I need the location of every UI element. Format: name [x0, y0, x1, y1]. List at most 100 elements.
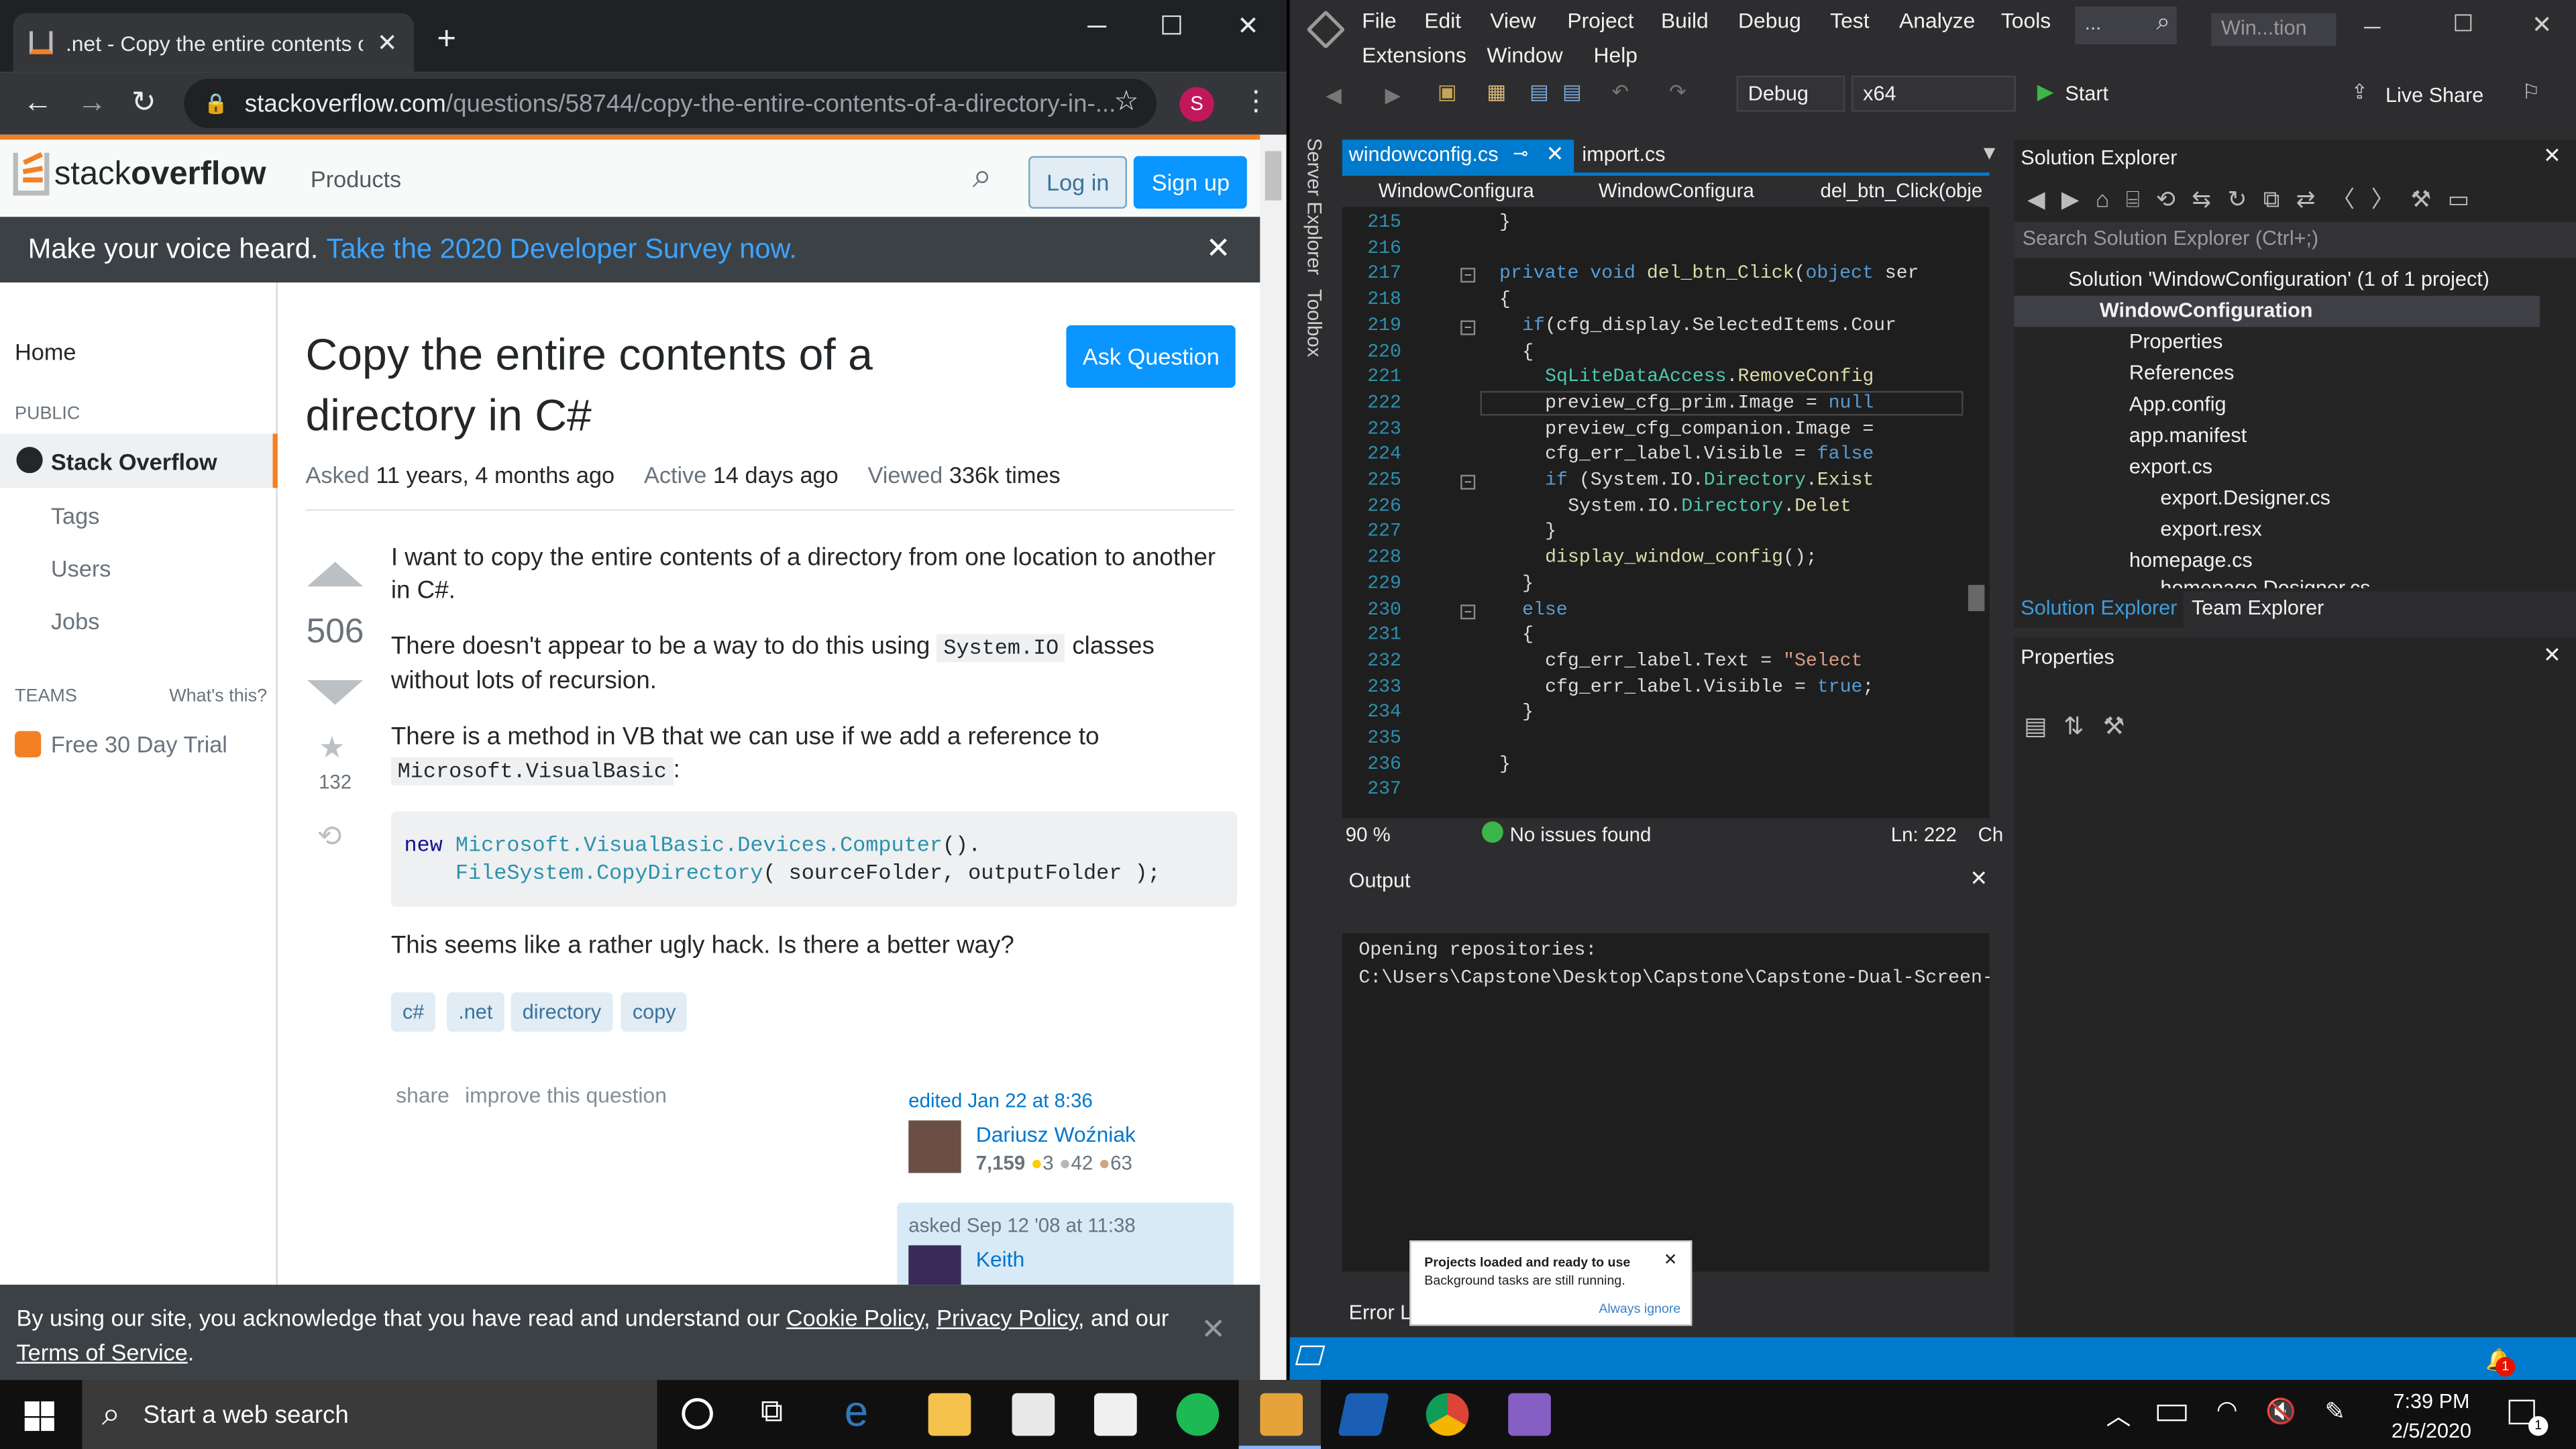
toast-notification[interactable]: Projects loaded and ready to use Backgro… [1409, 1240, 1693, 1326]
products-link[interactable]: Products [311, 166, 401, 192]
history-icon[interactable]: ⟲ [317, 820, 342, 854]
tree-app-config[interactable]: App.config [2129, 392, 2226, 415]
signup-button[interactable]: Sign up [1133, 156, 1248, 209]
terms-link[interactable]: Terms of Service [16, 1339, 187, 1365]
task-view-icon[interactable]: ⧉ [761, 1395, 783, 1431]
nav-member-dropdown[interactable]: del_btn_Click(obje [1820, 179, 1984, 202]
cookie-close-icon[interactable]: ✕ [1201, 1313, 1226, 1347]
menu-test[interactable]: Test [1830, 8, 1869, 33]
mail-icon[interactable] [1094, 1393, 1137, 1436]
toast-link[interactable]: Always ignore [1599, 1301, 1680, 1316]
menu-edit[interactable]: Edit [1424, 8, 1461, 33]
tree-project[interactable]: WindowConfiguration [2100, 299, 2313, 322]
tree-solution[interactable]: Solution 'WindowConfiguration' (1 of 1 p… [2068, 268, 2489, 290]
taskbar-search[interactable]: ⌕ Start a web search [82, 1380, 657, 1449]
reload-icon[interactable]: ↻ [131, 85, 156, 119]
file-explorer-icon[interactable] [928, 1393, 971, 1436]
property-pages-icon[interactable]: ⚒ [2103, 711, 2125, 741]
chrome-menu-icon[interactable]: ⋮ [1242, 85, 1270, 118]
pen-icon[interactable]: ✎ [2324, 1397, 2345, 1426]
tree-export-resx[interactable]: export.resx [2160, 517, 2261, 540]
menu-tools[interactable]: Tools [2001, 8, 2051, 33]
nav-forward-icon[interactable]: ▶ [1385, 82, 1401, 107]
toast-close-icon[interactable]: ✕ [1664, 1252, 1678, 1270]
forward-icon[interactable]: → [77, 85, 107, 119]
vs-close-icon[interactable]: ✕ [2532, 10, 2553, 40]
fold-toggle-icon[interactable]: − [1460, 604, 1476, 619]
tag-copy[interactable]: copy [621, 992, 688, 1032]
zoom-level[interactable]: 90 % [1346, 823, 1391, 846]
powershell-icon[interactable] [1338, 1393, 1390, 1436]
downvote-icon[interactable] [307, 680, 364, 705]
editor-name[interactable]: Dariusz Woźniak [976, 1122, 1136, 1147]
se-close-icon[interactable]: ✕ [2543, 143, 2561, 169]
undo-icon[interactable]: ↶ [1611, 79, 1629, 103]
login-button[interactable]: Log in [1028, 156, 1128, 209]
favorite-star-icon[interactable]: ★ [319, 731, 345, 765]
tree-properties[interactable]: Properties [2129, 330, 2223, 353]
doc-tab-active[interactable]: windowconfig.cs ⊸ ✕ [1342, 140, 1574, 173]
server-explorer-tab[interactable]: Server Explorer [1303, 138, 1326, 275]
alphabetical-icon[interactable]: ⇅ [2063, 711, 2084, 741]
menu-file[interactable]: File [1362, 8, 1396, 33]
toolbox-tab[interactable]: Toolbox [1303, 289, 1326, 357]
menu-project[interactable]: Project [1567, 8, 1633, 33]
store-icon[interactable] [1012, 1393, 1055, 1436]
editor-scroll-thumb[interactable] [1968, 584, 1985, 612]
battery-icon[interactable] [2157, 1404, 2187, 1421]
wifi-icon[interactable]: ◠ [2216, 1395, 2238, 1425]
open-icon[interactable]: ▦ [1487, 79, 1506, 103]
config-dropdown[interactable]: Debug [1736, 75, 1845, 112]
code-editor[interactable]: 215} 216 217 − private void del_btn_Click(ob… [1342, 207, 1990, 818]
redo-icon[interactable]: ↷ [1669, 79, 1686, 103]
nav-project-dropdown[interactable]: WindowConfigura [1379, 179, 1562, 202]
nav-home[interactable]: Home [15, 338, 76, 364]
status-project-icon[interactable] [1295, 1345, 1326, 1366]
nav-stack-overflow[interactable]: Stack Overflow [0, 433, 278, 488]
vs-minimize-icon[interactable]: ─ [2364, 13, 2380, 40]
error-list-tab[interactable]: Error L [1349, 1301, 1412, 1324]
nav-users[interactable]: Users [51, 555, 111, 582]
nav-free-trial[interactable]: Free 30 Day Trial [51, 731, 227, 757]
volume-muted-icon[interactable]: 🔇 [2265, 1397, 2296, 1426]
windows-start-icon[interactable] [24, 1401, 54, 1432]
tree-export-cs[interactable]: export.cs [2129, 455, 2212, 478]
spotify-icon[interactable] [1176, 1393, 1220, 1436]
close-window-icon[interactable]: ✕ [1237, 10, 1259, 43]
asker-avatar[interactable] [908, 1245, 961, 1285]
nav-jobs[interactable]: Jobs [51, 608, 99, 634]
se-search-box[interactable]: Search Solution Explorer (Ctrl+;) [2014, 221, 2576, 258]
tree-app-manifest[interactable]: app.manifest [2129, 424, 2247, 447]
menu-extensions[interactable]: Extensions [1362, 43, 1466, 68]
output-close-icon[interactable]: ✕ [1970, 866, 1988, 892]
fold-toggle-icon[interactable]: − [1460, 474, 1476, 490]
address-bar[interactable]: 🔒 stackoverflow.com/questions/58744/copy… [184, 78, 1157, 129]
issues-status[interactable]: No issues found [1510, 823, 1652, 846]
browser-tab[interactable]: .net - Copy the entire contents of ✕ [13, 13, 415, 72]
nav-back-icon[interactable]: ◀ [1326, 82, 1342, 107]
cookie-policy-link[interactable]: Cookie Policy [786, 1305, 924, 1331]
menu-analyze[interactable]: Analyze [1899, 8, 1975, 33]
so-logo[interactable]: stackoverflow [13, 152, 266, 196]
start-play-icon[interactable]: ▶ [2037, 79, 2053, 105]
vs-search-box[interactable]: ... ⌕ [2075, 6, 2177, 45]
menu-help[interactable]: Help [1594, 43, 1638, 68]
page-scrollbar[interactable] [1260, 134, 1287, 1381]
menu-debug[interactable]: Debug [1738, 8, 1801, 33]
upvote-icon[interactable] [307, 561, 364, 587]
tree-homepage-cs[interactable]: homepage.cs [2129, 549, 2253, 572]
privacy-policy-link[interactable]: Privacy Policy [936, 1305, 1078, 1331]
bookmark-star-icon[interactable]: ☆ [1114, 85, 1138, 118]
active-value[interactable]: 14 days ago [713, 462, 839, 488]
edge-icon[interactable]: e [845, 1387, 888, 1436]
banner-close-icon[interactable]: ✕ [1206, 231, 1231, 266]
live-share-icon[interactable]: ⇪ [2351, 79, 2369, 103]
new-project-icon[interactable]: ▣ [1438, 79, 1457, 103]
save-icon[interactable]: ▤ [1529, 79, 1549, 103]
props-close-icon[interactable]: ✕ [2543, 643, 2561, 669]
edited-link[interactable]: edited Jan 22 at 8:36 [908, 1089, 1093, 1112]
vs-maximize-icon[interactable]: ☐ [2453, 10, 2473, 38]
profile-avatar[interactable]: S [1179, 87, 1214, 122]
improve-link[interactable]: improve this question [465, 1083, 667, 1108]
whats-this-link[interactable]: What's this? [169, 687, 267, 706]
